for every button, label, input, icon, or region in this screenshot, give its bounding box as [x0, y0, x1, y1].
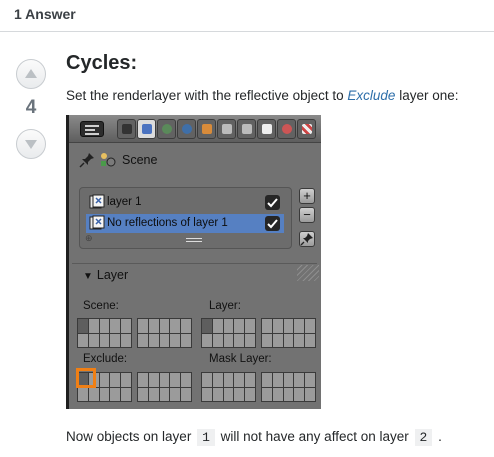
arrow-up-icon: [25, 69, 37, 78]
layer-panel-header[interactable]: ▼ Layer: [83, 268, 128, 282]
editor-type-menu-icon[interactable]: [80, 121, 104, 137]
footer-text-2: will not have any affect on layer: [216, 429, 413, 444]
intro-text-before: Set the renderlayer with the reflective …: [66, 88, 348, 103]
checkmark-icon: [267, 219, 278, 229]
properties-tabs: [117, 119, 317, 139]
constraints-tab-icon[interactable]: [217, 119, 236, 139]
answers-header: 1 Answer: [0, 0, 494, 32]
layer-panel-title: Layer: [96, 268, 129, 282]
footer-text-3: .: [434, 429, 442, 444]
world-tab-icon[interactable]: [177, 119, 196, 139]
object-tab-icon[interactable]: [197, 119, 216, 139]
render-layer-name: layer 1: [107, 196, 142, 208]
blender-render-layers-screenshot: Scene layer 1 No reflections of layer 1 …: [66, 115, 321, 409]
layer-layer-grid-right[interactable]: [261, 318, 316, 348]
vote-count: 4: [25, 97, 37, 118]
collapse-triangle-icon: ▼: [83, 271, 93, 282]
list-resize-handle[interactable]: [186, 238, 202, 242]
add-render-layer-button[interactable]: +: [299, 188, 315, 204]
checkmark-icon: [267, 198, 278, 208]
scene-tab-icon[interactable]: [157, 119, 176, 139]
remove-render-layer-button[interactable]: −: [299, 207, 315, 223]
scene-layer-grid-right[interactable]: [137, 318, 192, 348]
post-conclusion: Now objects on layer 1 will not have any…: [66, 429, 442, 446]
render-layers-tab-icon[interactable]: [137, 119, 156, 139]
render-layer-row-selected[interactable]: No reflections of layer 1: [86, 214, 284, 233]
render-layer-row[interactable]: layer 1: [86, 193, 284, 212]
footer-text-1: Now objects on layer: [66, 429, 196, 444]
mask-layer-grid-right[interactable]: [261, 372, 316, 402]
render-layer-name: No reflections of layer 1: [107, 217, 228, 229]
scene-icon: [101, 153, 116, 167]
post-heading: Cycles:: [66, 52, 138, 74]
render-layer-list: layer 1 No reflections of layer 1 ⊕: [79, 187, 292, 249]
exclude-layer-grid-right[interactable]: [137, 372, 192, 402]
exclude-emphasis: Exclude: [347, 88, 396, 103]
render-layer-icon: [89, 215, 105, 230]
intro-text-after: layer one:: [395, 88, 459, 103]
layer-layers-label: Layer:: [209, 300, 241, 312]
mask-layers-label: Mask Layer:: [209, 353, 272, 365]
render-layer-checkbox[interactable]: [265, 195, 280, 210]
mask-layer-grid-left[interactable]: [201, 372, 256, 402]
pin-render-layer-button[interactable]: [299, 231, 315, 247]
post-intro: Set the renderlayer with the reflective …: [66, 88, 458, 103]
upvote-button[interactable]: [16, 59, 46, 89]
panel-divider: [72, 263, 317, 264]
exclude-layer-1-highlight: [76, 368, 96, 388]
properties-header: [69, 115, 321, 143]
scene-layer-grid-left[interactable]: [77, 318, 132, 348]
panel-drag-grip[interactable]: [297, 265, 319, 281]
pin-icon: [300, 233, 313, 246]
modifiers-tab-icon[interactable]: [237, 119, 256, 139]
layer-layer-grid-left[interactable]: [201, 318, 256, 348]
pin-icon[interactable]: [79, 152, 95, 168]
inline-code-layer-2: 2: [414, 429, 433, 446]
render-tab-camera-icon[interactable]: [117, 119, 136, 139]
material-tab-icon[interactable]: [277, 119, 296, 139]
arrow-down-icon: [25, 140, 37, 149]
render-layer-icon: [89, 194, 105, 209]
list-filter-icon[interactable]: ⊕: [85, 233, 93, 244]
answer-count: 1 Answer: [14, 6, 76, 22]
render-layer-checkbox[interactable]: [265, 216, 280, 231]
data-tab-icon[interactable]: [257, 119, 276, 139]
scene-label: Scene: [122, 153, 158, 167]
exclude-layers-label: Exclude:: [83, 353, 128, 365]
inline-code-layer-1: 1: [197, 429, 215, 446]
scene-layers-label: Scene:: [83, 300, 119, 312]
texture-tab-icon[interactable]: [297, 119, 316, 139]
downvote-button[interactable]: [16, 129, 46, 159]
